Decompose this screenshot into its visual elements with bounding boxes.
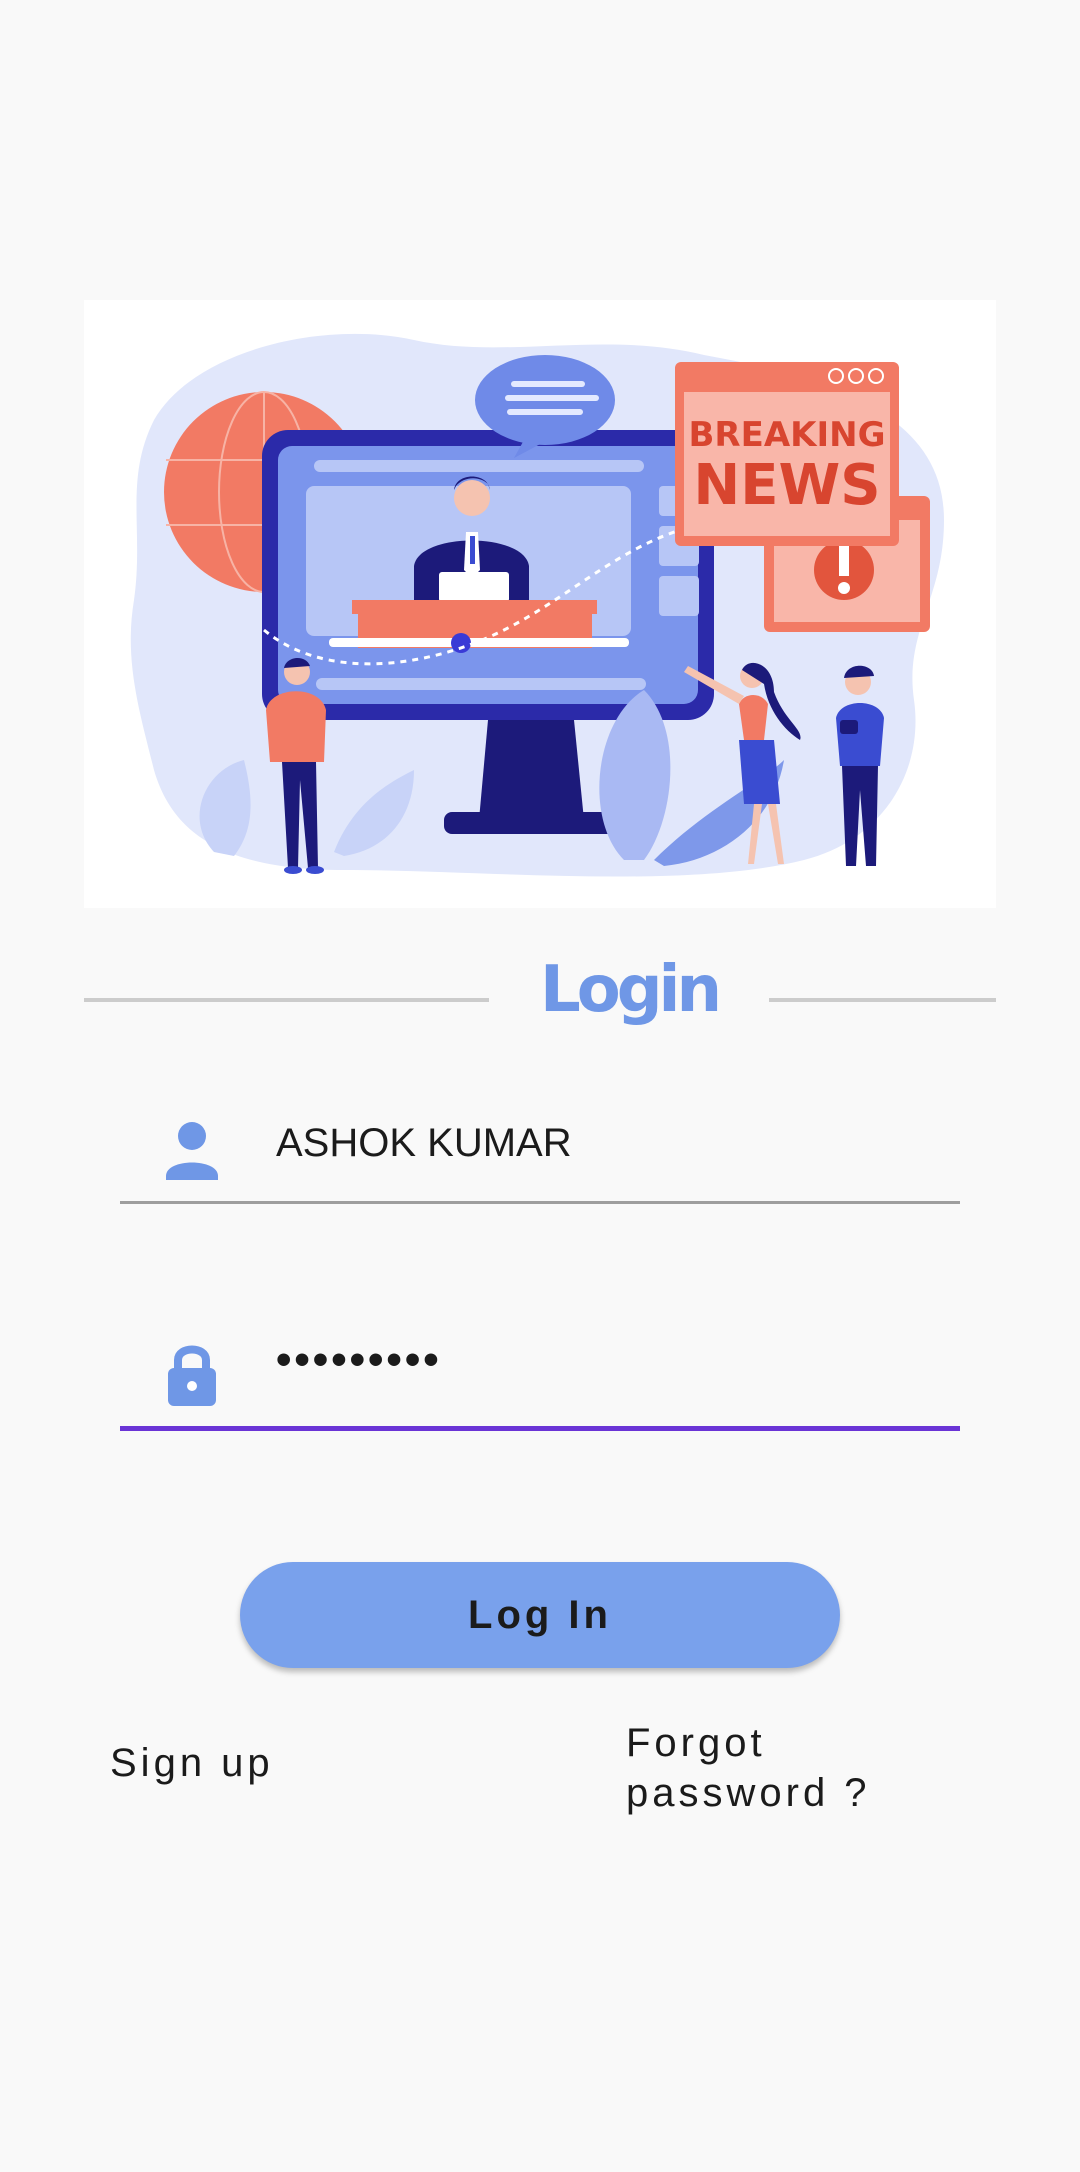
password-field[interactable]: ••••••••• (120, 1312, 960, 1431)
username-underline (120, 1201, 960, 1204)
forgot-password-link[interactable]: Forgot password ? (626, 1718, 926, 1818)
divider-right (769, 998, 996, 1002)
page-title: Login (539, 953, 722, 1027)
username-value: ASHOK KUMAR (276, 1121, 572, 1165)
news-illustration: BREAKING NEWS (84, 300, 996, 908)
signup-link[interactable]: Sign up (110, 1738, 274, 1788)
password-underline (120, 1426, 960, 1431)
person-icon (162, 1114, 222, 1184)
forgot-password-line1: Forgot (626, 1721, 766, 1765)
divider-left (84, 998, 489, 1002)
svg-text:BREAKING: BREAKING (689, 415, 886, 455)
username-field[interactable]: ASHOK KUMAR (120, 1088, 960, 1204)
login-button[interactable]: Log In (240, 1562, 840, 1668)
lock-icon (162, 1338, 222, 1408)
login-header: Login (84, 950, 996, 1030)
password-value: ••••••••• (276, 1335, 442, 1384)
svg-text:NEWS: NEWS (693, 453, 880, 518)
forgot-password-line2: password ? (626, 1771, 871, 1815)
